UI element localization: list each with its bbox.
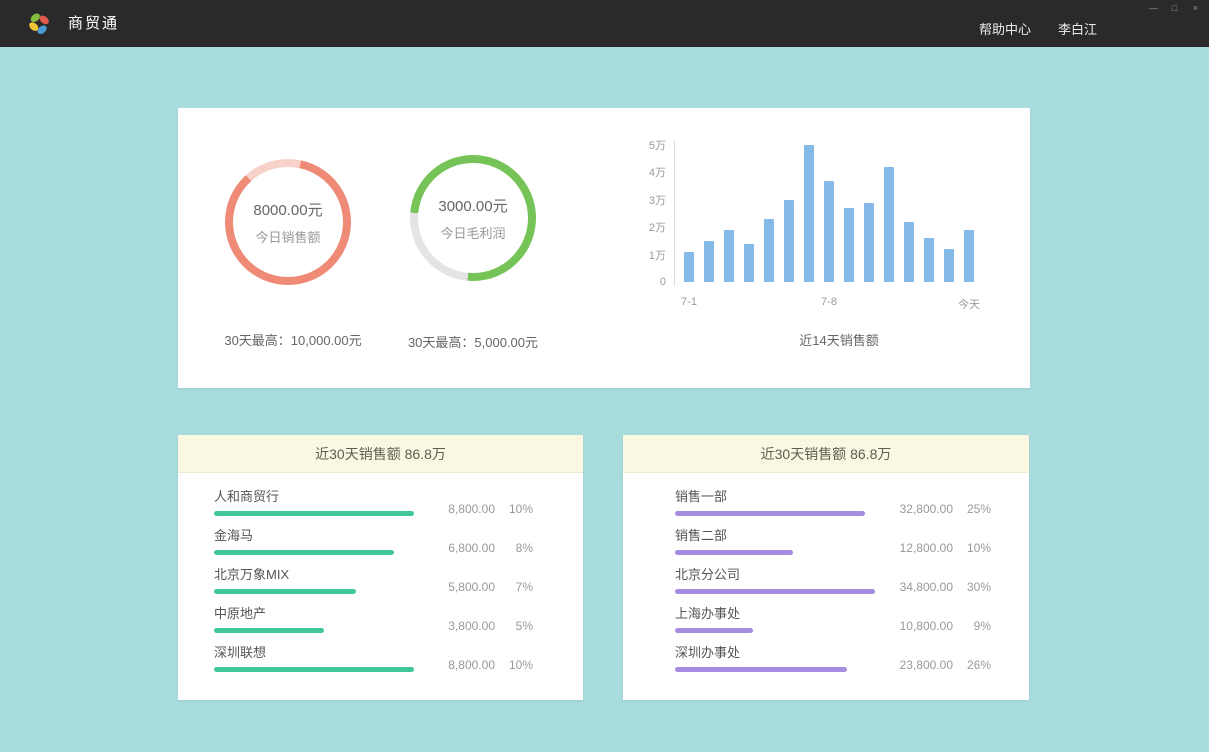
overview-card: 8000.00元 今日销售额 30天最高：10,000.00元 3000.00元… — [178, 108, 1030, 388]
department-sales-card: 近30天销售额 86.8万 销售一部32,800.0025%销售二部12,800… — [623, 435, 1029, 700]
minimize-icon[interactable]: — — [1148, 2, 1159, 14]
app-logo-icon — [27, 11, 52, 36]
app-title: 商贸通 — [68, 0, 119, 47]
sales-14d-chart: 5万4万3万2万1万0 7-17-8今天 近14天销售额 — [618, 138, 1018, 373]
titlebar-right: 帮助中心 李白江 — [979, 10, 1097, 47]
close-icon[interactable]: × — [1190, 2, 1201, 14]
list-item: 金海马6,800.008% — [214, 528, 533, 567]
list-item: 人和商贸行8,800.0010% — [214, 489, 533, 528]
progress-bar — [214, 550, 394, 555]
today-profit-center: 3000.00元 今日毛利润 — [418, 163, 528, 273]
profit-30d-max: 30天最高：5,000.00元 — [373, 332, 573, 351]
x-tick-label: 今天 — [958, 296, 980, 312]
row-value: 32,800.0025% — [881, 502, 991, 516]
today-profit-donut: 3000.00元 今日毛利润 — [410, 155, 536, 281]
maximize-icon[interactable]: □ — [1169, 2, 1180, 14]
customer-sales-card: 近30天销售额 86.8万 人和商贸行8,800.0010%金海马6,800.0… — [178, 435, 583, 700]
row-value: 5,800.007% — [423, 580, 533, 594]
list-item: 销售二部12,800.0010% — [675, 528, 991, 567]
today-sales-value: 8000.00元 — [253, 199, 322, 220]
progress-bar — [675, 667, 847, 672]
department-rows: 销售一部32,800.0025%销售二部12,800.0010%北京分公司34,… — [623, 473, 1029, 684]
row-value: 6,800.008% — [423, 541, 533, 555]
x-tick-label: 7-8 — [821, 296, 837, 308]
progress-bar — [214, 511, 414, 516]
list-item: 销售一部32,800.0025% — [675, 489, 991, 528]
list-item: 上海办事处10,800.009% — [675, 606, 991, 645]
progress-bar — [675, 550, 793, 555]
help-center-link[interactable]: 帮助中心 — [979, 19, 1031, 38]
progress-bar — [675, 511, 865, 516]
row-value: 23,800.0026% — [881, 658, 991, 672]
progress-bar — [675, 628, 753, 633]
x-tick-label: 7-1 — [681, 296, 697, 308]
progress-bar — [214, 667, 414, 672]
chart-caption: 近14天销售额 — [684, 330, 994, 349]
today-sales-center: 8000.00元 今日销售额 — [233, 167, 343, 277]
user-menu[interactable]: 李白江 — [1058, 19, 1097, 38]
today-profit-label: 今日毛利润 — [440, 223, 505, 242]
titlebar: 商贸通 帮助中心 李白江 — □ × — [0, 0, 1209, 47]
list-item: 深圳办事处23,800.0026% — [675, 645, 991, 684]
department-card-title: 近30天销售额 86.8万 — [623, 435, 1029, 473]
customer-card-title: 近30天销售额 86.8万 — [178, 435, 583, 473]
row-value: 8,800.0010% — [423, 502, 533, 516]
today-sales-donut: 8000.00元 今日销售额 — [225, 159, 351, 285]
row-value: 34,800.0030% — [881, 580, 991, 594]
list-item: 北京分公司34,800.0030% — [675, 567, 991, 606]
progress-bar — [675, 589, 875, 594]
progress-bar — [214, 628, 324, 633]
list-item: 中原地产3,800.005% — [214, 606, 533, 645]
progress-bar — [214, 589, 356, 594]
list-item: 深圳联想8,800.0010% — [214, 645, 533, 684]
row-value: 3,800.005% — [423, 619, 533, 633]
row-value: 10,800.009% — [881, 619, 991, 633]
today-profit-value: 3000.00元 — [438, 195, 507, 216]
list-item: 北京万象MIX5,800.007% — [214, 567, 533, 606]
today-sales-label: 今日销售额 — [255, 227, 320, 246]
app-window: 商贸通 帮助中心 李白江 — □ × 8000.00元 今日销售额 30天最高：… — [0, 0, 1209, 752]
window-controls: — □ × — [1148, 2, 1201, 14]
customer-rows: 人和商贸行8,800.0010%金海马6,800.008%北京万象MIX5,80… — [178, 473, 583, 684]
row-value: 12,800.0010% — [881, 541, 991, 555]
row-value: 8,800.0010% — [423, 658, 533, 672]
